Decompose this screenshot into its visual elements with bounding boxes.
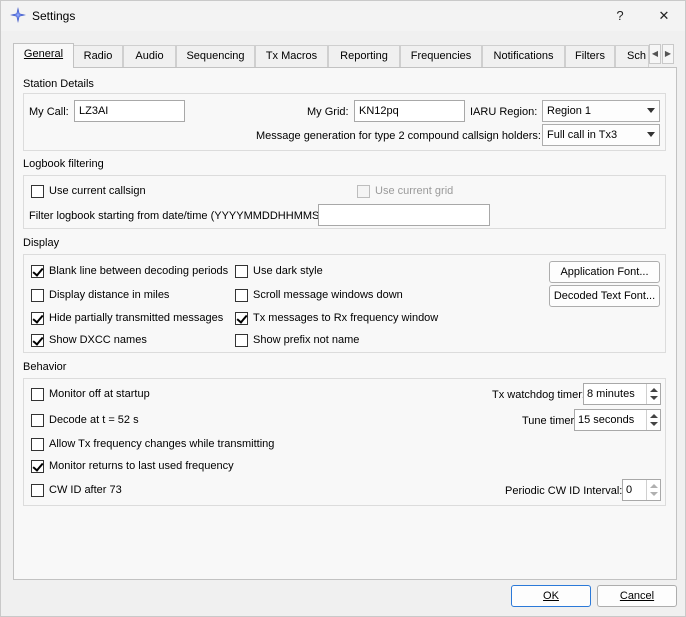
help-button[interactable]: ?	[605, 5, 635, 27]
cw-interval-label: Periodic CW ID Interval:	[505, 485, 623, 497]
checkbox-box	[235, 312, 248, 325]
display-title: Display	[23, 237, 60, 249]
tab-sequencing[interactable]: Sequencing	[176, 45, 255, 67]
tab-schedule[interactable]: Sch	[615, 45, 649, 67]
tab-radio[interactable]: Radio	[73, 45, 123, 67]
checkbox-box	[235, 289, 248, 302]
checkbox-label: Show prefix not name	[253, 334, 360, 346]
checkbox-label: Use dark style	[253, 265, 323, 277]
tab-notifications[interactable]: Notifications	[482, 45, 565, 67]
tab-reporting[interactable]: Reporting	[328, 45, 400, 67]
tab-frequencies[interactable]: Frequencies	[400, 45, 482, 67]
checkbox-label: Use current grid	[375, 185, 454, 197]
message-generation-value: Full call in Tx3	[547, 129, 618, 141]
spin-up-icon	[650, 388, 658, 392]
tune-timer-spinbox[interactable]: 15 seconds	[574, 409, 661, 431]
ok-button[interactable]: OK	[511, 585, 591, 607]
tab-general[interactable]: General	[13, 43, 74, 68]
settings-window: Settings ? ✕ General Radio Audio Sequenc…	[0, 0, 686, 617]
checkbox-box	[31, 460, 44, 473]
tab-bar: General Radio Audio Sequencing Tx Macros…	[13, 43, 677, 68]
close-button[interactable]: ✕	[649, 5, 679, 27]
checkbox-box	[31, 414, 44, 427]
iaru-region-label: IARU Region:	[470, 106, 538, 118]
checkbox-box	[31, 185, 44, 198]
behavior-group: Monitor off at startup Decode at t = 52 …	[23, 378, 666, 506]
checkbox-label: Use current callsign	[49, 185, 146, 197]
station-details-title: Station Details	[23, 78, 94, 90]
checkbox-box	[235, 334, 248, 347]
checkbox-label: Monitor off at startup	[49, 388, 150, 400]
my-call-input[interactable]: LZ3AI	[74, 100, 185, 122]
chevron-down-icon	[647, 132, 655, 137]
message-generation-select[interactable]: Full call in Tx3	[542, 124, 660, 146]
behavior-title: Behavior	[23, 361, 67, 373]
checkbox-box	[31, 312, 44, 325]
spin-down-icon	[650, 422, 658, 426]
general-tab-panel: Station Details My Call: LZ3AI My Grid: …	[13, 67, 677, 580]
tab-scroll-left-icon[interactable]: ◀	[649, 44, 661, 64]
decoded-text-font-button[interactable]: Decoded Text Font...	[549, 285, 660, 307]
tab-tx-macros[interactable]: Tx Macros	[255, 45, 328, 67]
spin-down-icon	[650, 396, 658, 400]
checkbox-label: Hide partially transmitted messages	[49, 312, 224, 324]
checkbox-label: Monitor returns to last used frequency	[49, 460, 234, 472]
filter-logbook-label: Filter logbook starting from date/time (…	[29, 210, 331, 222]
checkbox-label: CW ID after 73	[49, 484, 122, 496]
checkbox-label: Decode at t = 52 s	[49, 414, 139, 426]
application-font-button[interactable]: Application Font...	[549, 261, 660, 283]
my-call-label: My Call:	[29, 106, 69, 118]
station-details-group: My Call: LZ3AI My Grid: KN12pq IARU Regi…	[23, 93, 666, 151]
checkbox-label: Blank line between decoding periods	[49, 265, 229, 277]
tx-watchdog-label: Tx watchdog timer:	[492, 389, 585, 401]
checkbox-box	[357, 185, 370, 198]
spin-down-icon	[650, 492, 658, 496]
checkbox-box	[31, 289, 44, 302]
my-grid-input[interactable]: KN12pq	[354, 100, 465, 122]
window-title: Settings	[32, 9, 76, 23]
title-bar: Settings ? ✕	[1, 1, 685, 31]
iaru-region-value: Region 1	[547, 105, 592, 117]
cancel-button[interactable]: Cancel	[597, 585, 677, 607]
filter-logbook-datetime-input[interactable]	[318, 204, 490, 226]
spin-buttons[interactable]	[646, 384, 660, 404]
tx-watchdog-value: 8 minutes	[587, 388, 635, 400]
display-group: Blank line between decoding periods Disp…	[23, 254, 666, 353]
spin-buttons[interactable]	[646, 410, 660, 430]
app-icon	[10, 7, 26, 23]
my-grid-label: My Grid:	[307, 106, 349, 118]
tab-label: General	[23, 48, 64, 60]
checkbox-box	[235, 265, 248, 278]
tx-watchdog-spinbox[interactable]: 8 minutes	[583, 383, 661, 405]
checkbox-box	[31, 334, 44, 347]
cancel-label: Cancel	[619, 590, 655, 602]
tab-scroll-right-icon[interactable]: ▶	[662, 44, 674, 64]
logbook-filtering-group: Use current callsign Use current grid Fi…	[23, 175, 666, 229]
checkbox-label: Tx messages to Rx frequency window	[253, 312, 439, 324]
checkbox-box	[31, 438, 44, 451]
tab-audio[interactable]: Audio	[123, 45, 176, 67]
checkbox-label: Scroll message windows down	[253, 289, 403, 301]
checkbox-box	[31, 265, 44, 278]
spin-up-icon	[650, 484, 658, 488]
checkbox-label: Allow Tx frequency changes while transmi…	[49, 438, 275, 450]
cw-interval-value: 0	[626, 484, 633, 496]
tab-filters[interactable]: Filters	[565, 45, 615, 67]
tune-timer-label: Tune timer:	[522, 415, 578, 427]
spin-buttons[interactable]	[646, 480, 660, 500]
checkbox-label: Show DXCC names	[49, 334, 147, 346]
checkbox-box	[31, 388, 44, 401]
spin-up-icon	[650, 414, 658, 418]
chevron-down-icon	[647, 108, 655, 113]
checkbox-box	[31, 484, 44, 497]
iaru-region-select[interactable]: Region 1	[542, 100, 660, 122]
message-generation-label: Message generation for type 2 compound c…	[256, 130, 541, 142]
cw-interval-spinbox[interactable]: 0	[622, 479, 661, 501]
ok-label: OK	[543, 590, 559, 602]
checkbox-label: Display distance in miles	[49, 289, 170, 301]
logbook-filtering-title: Logbook filtering	[23, 158, 104, 170]
tune-timer-value: 15 seconds	[578, 414, 635, 426]
